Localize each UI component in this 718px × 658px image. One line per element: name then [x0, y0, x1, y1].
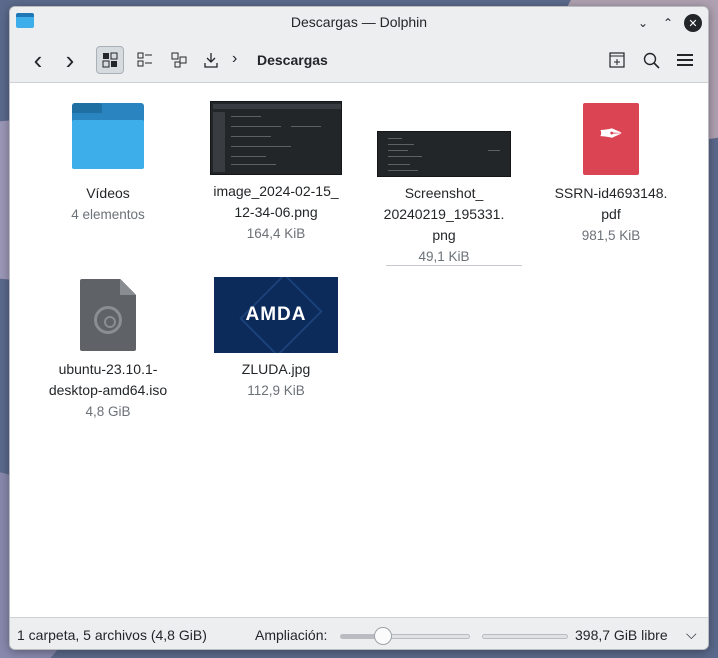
search-button[interactable]	[637, 46, 665, 74]
amd-logo: AMDA	[245, 304, 307, 325]
file-name-line2: 20240219_195331.	[383, 206, 505, 222]
acrobat-icon: ✒	[598, 117, 624, 152]
file-item-videos[interactable]: Vídeos 4 elementos	[40, 103, 176, 225]
breadcrumb-separator: ›	[232, 50, 238, 67]
dolphin-app-icon	[16, 13, 34, 28]
chevron-left-icon: ‹	[33, 45, 43, 75]
free-space-bar	[482, 634, 568, 639]
split-view-button[interactable]	[603, 46, 631, 74]
search-icon	[643, 52, 660, 69]
file-item-screenshot-png[interactable]: Screenshot_ 20240219_195331. png 49,1 Ki…	[376, 131, 512, 267]
icons-view-button[interactable]	[96, 46, 124, 74]
zoom-slider[interactable]	[340, 634, 470, 639]
file-name-line2: pdf	[601, 206, 621, 222]
title-bar[interactable]: Descargas — Dolphin ⌄ ⌃ ✕	[10, 7, 708, 37]
back-button[interactable]: ‹	[24, 46, 52, 74]
breadcrumb-current[interactable]: Descargas	[257, 52, 328, 68]
file-size: 164,4 KiB	[246, 226, 306, 241]
split-view-icon	[609, 52, 625, 68]
file-name: Vídeos	[86, 185, 130, 201]
free-space-label[interactable]: 398,7 GiB libre	[575, 627, 668, 643]
status-bar: 1 carpeta, 5 archivos (4,8 GiB) Ampliaci…	[10, 617, 708, 649]
file-name-line2: 12-34-06.png	[234, 204, 318, 220]
file-item-pdf[interactable]: ✒ SSRN-id4693148. pdf 981,5 KiB	[543, 103, 679, 246]
file-name-line1: ubuntu-23.10.1-	[58, 361, 158, 377]
file-item-zluda-jpg[interactable]: AMDA ZLUDA.jpg 112,9 KiB	[208, 277, 344, 401]
download-icon	[204, 53, 218, 68]
file-size: 112,9 KiB	[247, 383, 305, 398]
file-detail: 4 elementos	[71, 207, 145, 222]
toolbar: ‹ › › Descargas	[10, 37, 708, 83]
compact-view-button[interactable]	[131, 46, 159, 74]
file-size: 981,5 KiB	[581, 228, 641, 243]
menu-button[interactable]	[671, 46, 699, 74]
file-name: ZLUDA.jpg	[241, 361, 311, 377]
pdf-icon: ✒	[583, 103, 639, 175]
grid-view-icon	[102, 52, 118, 68]
file-size: 4,8 GiB	[85, 404, 131, 419]
file-item-iso[interactable]: ubuntu-23.10.1- desktop-amd64.iso 4,8 Gi…	[40, 279, 176, 422]
minimize-icon[interactable]: ⌄	[634, 14, 652, 32]
details-view-icon	[171, 52, 187, 68]
window-title: Descargas — Dolphin	[290, 14, 428, 30]
zoom-label: Ampliación:	[255, 627, 328, 643]
zoom-slider-handle[interactable]	[373, 627, 392, 645]
file-name-line1: SSRN-id4693148.	[554, 185, 668, 201]
dolphin-window: Descargas — Dolphin ⌄ ⌃ ✕ ‹ › › Descarga…	[9, 6, 709, 650]
details-view-button[interactable]	[165, 46, 193, 74]
image-thumbnail	[377, 131, 511, 177]
file-name-line3: png	[432, 227, 456, 243]
image-thumbnail	[210, 101, 342, 175]
compact-view-icon	[137, 52, 152, 67]
file-view[interactable]: Vídeos 4 elementos image_2024-02-15_ 12-…	[10, 83, 708, 617]
image-thumbnail: AMDA	[214, 277, 338, 353]
chevron-down-icon[interactable]: ⌵	[686, 626, 697, 643]
folder-icon	[72, 103, 144, 169]
hover-underline	[386, 265, 522, 266]
chevron-right-icon: ›	[65, 45, 75, 75]
status-summary: 1 carpeta, 5 archivos (4,8 GiB)	[17, 627, 207, 643]
file-item-image-png[interactable]: image_2024-02-15_ 12-34-06.png 164,4 KiB	[208, 101, 344, 244]
forward-button[interactable]: ›	[56, 46, 84, 74]
file-name-line1: Screenshot_	[404, 185, 484, 201]
disc-image-icon	[80, 279, 136, 351]
file-name-line1: image_2024-02-15_	[213, 183, 339, 199]
hamburger-menu-icon	[677, 54, 693, 66]
file-name-line2: desktop-amd64.iso	[48, 382, 168, 398]
maximize-icon[interactable]: ⌃	[659, 14, 677, 32]
close-icon[interactable]: ✕	[684, 14, 702, 32]
downloads-location-button[interactable]	[197, 46, 225, 74]
file-size: 49,1 KiB	[418, 249, 470, 264]
